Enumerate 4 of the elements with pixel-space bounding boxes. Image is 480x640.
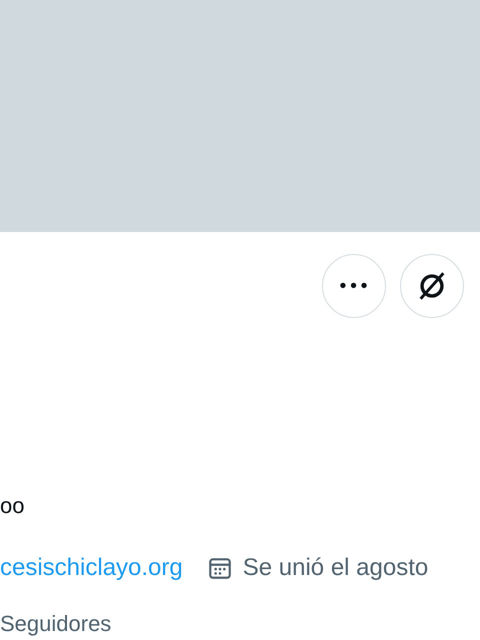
followers-label[interactable]: Seguidores [0,611,480,637]
more-button[interactable]: ••• [322,254,386,318]
join-date: Se unió el agosto [242,554,428,582]
profile-name: oo [0,493,26,519]
